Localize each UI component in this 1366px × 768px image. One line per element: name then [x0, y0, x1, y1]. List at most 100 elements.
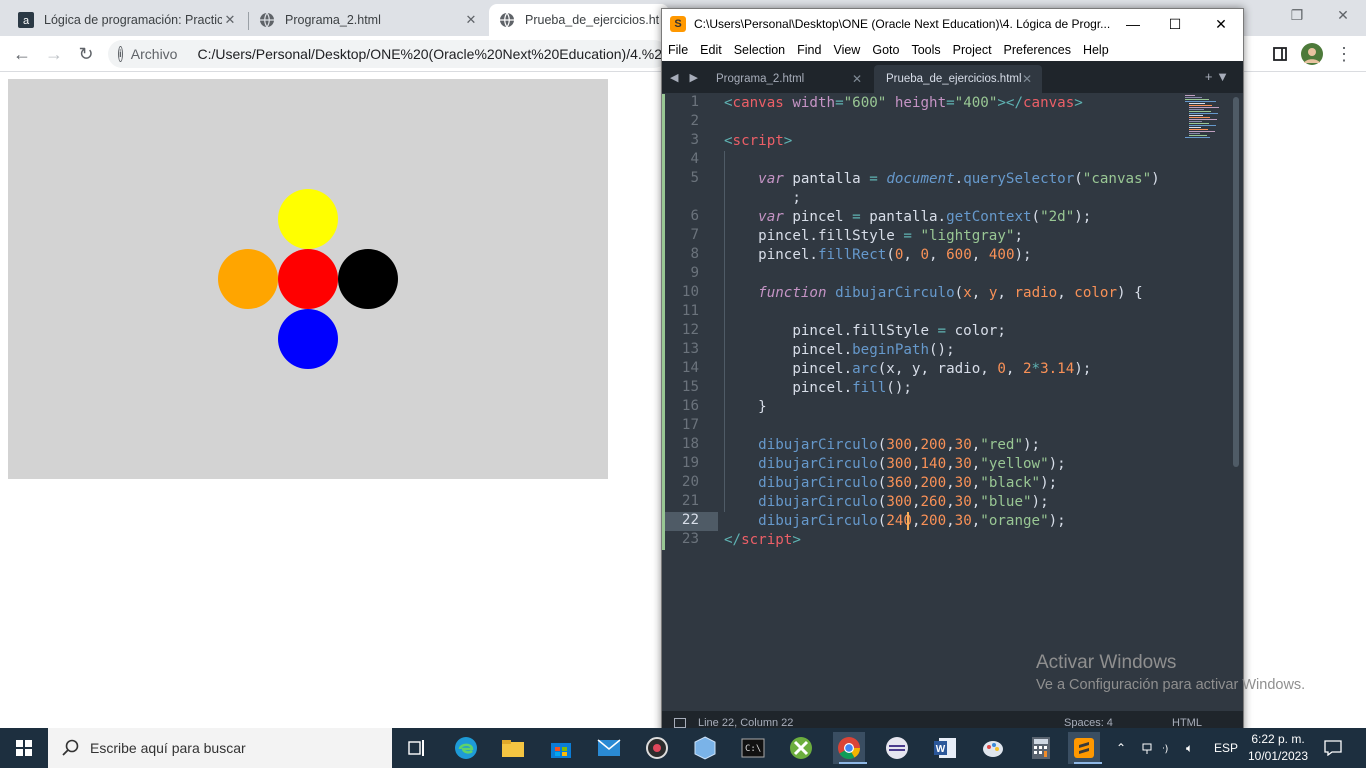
input-language[interactable]: ESP	[1214, 728, 1238, 768]
editor-tab-prueba[interactable]: Prueba_de_ejercicios.html ✕	[874, 65, 1042, 93]
code-line[interactable]: var pincel = pantalla.getContext("2d");	[724, 208, 1091, 227]
terminal-icon[interactable]: C:\	[737, 732, 769, 764]
minimap-line	[1185, 95, 1195, 96]
close-tab-icon[interactable]: ✕	[463, 12, 479, 28]
editor-tab-title: Programa_2.html	[716, 73, 805, 85]
maximize-icon[interactable]: ☐	[1152, 9, 1198, 39]
code-editor[interactable]: 1 2 3 4 5 6 7 8 9 10 11 12 13 14 15 16 17 18 19 20 21 22 23 <c…	[662, 93, 1236, 709]
browser-tab-logica[interactable]: a Lógica de programación: Practica ✕	[8, 4, 248, 36]
edge-icon[interactable]	[450, 732, 482, 764]
close-tab-icon[interactable]: ✕	[1022, 72, 1032, 86]
minimap[interactable]	[1185, 95, 1225, 145]
vpn-icon[interactable]	[881, 732, 913, 764]
code-line[interactable]: dibujarCirculo(300,200,30,"red");	[724, 436, 1040, 455]
network-icon[interactable]	[1140, 728, 1154, 768]
line-number: 1	[690, 94, 699, 110]
notifications-icon[interactable]	[1324, 728, 1342, 768]
volume-icon[interactable]: 🔈︎	[1186, 728, 1193, 768]
address-bar[interactable]: i Archivo C:/Users/Personal/Desktop/ONE%…	[108, 40, 668, 68]
sublime-text-icon[interactable]	[1068, 732, 1102, 764]
code-line[interactable]: <script>	[724, 132, 792, 151]
code-line[interactable]: var pantalla = document.querySelector("c…	[724, 170, 1160, 189]
taskbar-search-box[interactable]: Escribe aquí para buscar	[48, 728, 392, 768]
line-number: 21	[681, 493, 699, 509]
close-tab-icon[interactable]: ✕	[222, 12, 238, 28]
code-line[interactable]: ;	[724, 189, 801, 208]
browser-tab-prueba[interactable]: Prueba_de_ejercicios.html	[489, 4, 669, 36]
circle-blue	[278, 309, 338, 369]
media-player-icon[interactable]	[641, 732, 673, 764]
menu-view[interactable]: View	[827, 43, 866, 57]
store-icon[interactable]	[545, 732, 577, 764]
more-menu-icon[interactable]: ⋮	[1330, 40, 1358, 68]
editor-tab-programa2[interactable]: Programa_2.html ✕	[704, 65, 872, 93]
mail-icon[interactable]	[593, 732, 625, 764]
code-line[interactable]: pincel.beginPath();	[724, 341, 954, 360]
code-line[interactable]: pincel.arc(x, y, radio, 0, 2*3.14);	[724, 360, 1091, 379]
code-line[interactable]: pincel.fill();	[724, 379, 912, 398]
menu-selection[interactable]: Selection	[728, 43, 791, 57]
xampp-icon[interactable]	[785, 732, 817, 764]
menu-preferences[interactable]: Preferences	[998, 43, 1077, 57]
reload-icon[interactable]: ↻	[72, 40, 100, 68]
menu-edit[interactable]: Edit	[694, 43, 728, 57]
code-line[interactable]: dibujarCirculo(360,200,30,"black");	[724, 474, 1057, 493]
line-number: 2	[690, 113, 699, 129]
browser-tab-programa2[interactable]: Programa_2.html ✕	[249, 4, 489, 36]
code-line[interactable]: pincel.fillStyle = "lightgray";	[724, 227, 1023, 246]
line-number: 13	[681, 341, 699, 357]
windows-start-icon[interactable]	[0, 728, 48, 768]
url-text: C:/Users/Personal/Desktop/ONE%20(Oracle%…	[197, 46, 668, 62]
globe-icon	[259, 12, 275, 28]
close-window-icon[interactable]: ✕	[1320, 0, 1366, 30]
minimap-line	[1189, 121, 1202, 122]
code-line[interactable]: </script>	[724, 531, 801, 550]
code-line[interactable]: pincel.fillRect(0, 0, 600, 400);	[724, 246, 1031, 265]
panel-toggle-icon[interactable]	[674, 718, 686, 728]
3d-viewer-icon[interactable]	[689, 732, 721, 764]
close-editor-icon[interactable]: ✕	[1198, 9, 1244, 39]
paint-icon[interactable]	[977, 732, 1009, 764]
editor-tab-bar: ◀ ▶ Programa_2.html ✕ Prueba_de_ejercici…	[662, 61, 1243, 93]
code-line[interactable]: function dibujarCirculo(x, y, radio, col…	[724, 284, 1142, 303]
circle-yellow	[278, 189, 338, 249]
new-tab-icon[interactable]: + ▼	[1205, 69, 1229, 84]
calculator-icon[interactable]	[1025, 732, 1057, 764]
task-view-icon[interactable]	[402, 732, 434, 764]
menu-goto[interactable]: Goto	[866, 43, 905, 57]
code-line[interactable]: dibujarCirculo(300,260,30,"blue");	[724, 493, 1048, 512]
circle-red	[278, 249, 338, 309]
language-bar-icon[interactable]: ᐧ)	[1162, 728, 1176, 768]
word-icon[interactable]: W	[929, 732, 961, 764]
code-line[interactable]: pincel.fillStyle = color;	[724, 322, 1006, 341]
menu-help[interactable]: Help	[1077, 43, 1115, 57]
line-number: 6	[690, 208, 699, 224]
tab-nav-arrows-icon[interactable]: ◀ ▶	[670, 71, 702, 84]
side-panel-icon[interactable]	[1266, 40, 1294, 68]
info-icon[interactable]: i	[118, 46, 123, 62]
code-line[interactable]: }	[724, 398, 767, 417]
tray-chevron-icon[interactable]: ⌃	[1116, 728, 1126, 768]
menu-project[interactable]: Project	[947, 43, 998, 57]
minimap-line	[1189, 115, 1203, 116]
search-placeholder: Escribe aquí para buscar	[90, 740, 246, 756]
close-tab-icon[interactable]: ✕	[852, 72, 862, 86]
back-arrow-icon[interactable]: ←	[8, 40, 36, 68]
code-line[interactable]: <canvas width="600" height="400"></canva…	[724, 94, 1083, 113]
clock-date: 10/01/2023	[1247, 749, 1309, 763]
vertical-scrollbar[interactable]	[1233, 97, 1239, 467]
taskbar-clock[interactable]: 6:22 p. m. 10/01/2023	[1244, 731, 1312, 765]
restore-icon[interactable]: ❐	[1274, 0, 1320, 30]
code-line[interactable]: dibujarCirculo(240,200,30,"orange");	[724, 512, 1066, 531]
minimize-icon[interactable]: —	[1110, 9, 1156, 39]
svg-text:C:\: C:\	[745, 744, 761, 754]
menu-tools[interactable]: Tools	[905, 43, 946, 57]
chrome-icon[interactable]	[833, 732, 867, 764]
code-line[interactable]: dibujarCirculo(300,140,30,"yellow");	[724, 455, 1066, 474]
forward-arrow-icon[interactable]: →	[40, 40, 68, 68]
menu-find[interactable]: Find	[791, 43, 827, 57]
line-number: 14	[681, 360, 699, 376]
avatar[interactable]	[1298, 40, 1326, 68]
file-explorer-icon[interactable]	[497, 732, 529, 764]
menu-file[interactable]: File	[662, 43, 694, 57]
